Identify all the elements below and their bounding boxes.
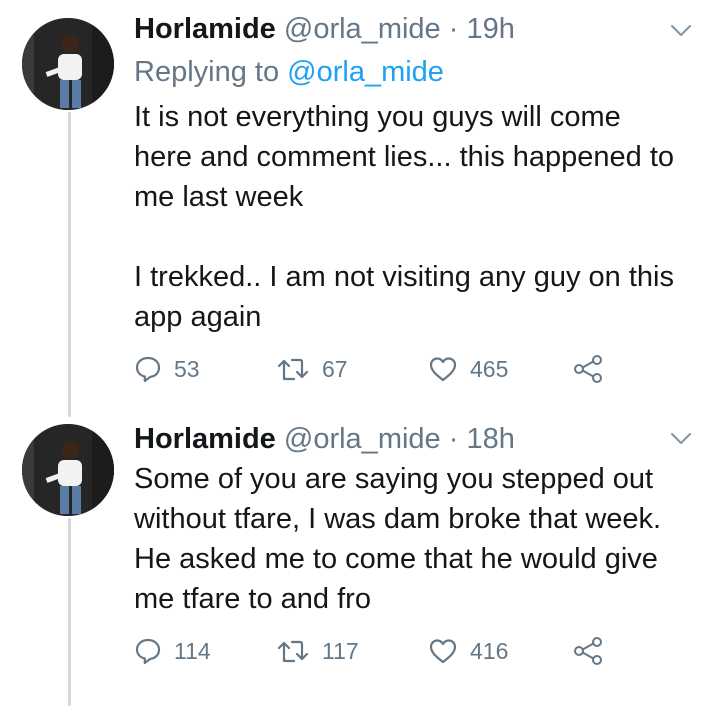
like-button[interactable]: 465 bbox=[428, 354, 508, 384]
reply-count: 114 bbox=[174, 637, 211, 664]
chevron-down-icon[interactable] bbox=[670, 24, 692, 38]
tweet-text-line: me tfare to and fro bbox=[134, 583, 371, 615]
reply-button[interactable]: 114 bbox=[134, 636, 211, 666]
tweet-text-line: It is not everything you guys will come bbox=[134, 101, 621, 133]
tweet: Horlamide @orla_mide · 19h Replying to @… bbox=[0, 0, 720, 410]
retweet-icon bbox=[277, 358, 309, 381]
like-count: 465 bbox=[470, 355, 509, 382]
tweet-header: Horlamide @orla_mide · 19h bbox=[134, 12, 515, 46]
tweet-text: It is not everything you guys will come … bbox=[134, 97, 706, 337]
reply-count: 53 bbox=[174, 355, 200, 382]
display-name[interactable]: Horlamide bbox=[134, 423, 276, 455]
tweet-time[interactable]: 18h bbox=[466, 423, 514, 455]
tweet-text-line: He asked me to come that he would give bbox=[134, 543, 658, 575]
tweet-header: Horlamide @orla_mide · 18h bbox=[134, 422, 515, 456]
tweet-text-line: app again bbox=[134, 301, 262, 333]
tweet-text-line: without tfare, I was dam broke that week… bbox=[134, 503, 662, 535]
tweet-time[interactable]: 19h bbox=[466, 13, 514, 45]
tweet-text-line: I trekked.. I am not visiting any guy on… bbox=[134, 261, 674, 293]
retweet-count: 117 bbox=[322, 637, 359, 664]
reply-icon bbox=[135, 638, 161, 665]
tweet-actions: 53 67 465 bbox=[134, 354, 614, 384]
reply-button[interactable]: 53 bbox=[134, 354, 200, 384]
heart-icon bbox=[429, 357, 457, 382]
retweet-count: 67 bbox=[322, 355, 348, 382]
like-button[interactable]: 416 bbox=[428, 636, 508, 666]
separator-dot: · bbox=[448, 423, 459, 455]
heart-icon bbox=[429, 639, 457, 664]
replying-to: Replying to @orla_mide bbox=[134, 55, 444, 89]
tweet-text-line: Some of you are saying you stepped out bbox=[134, 463, 654, 495]
tweet-actions: 114 117 416 bbox=[134, 636, 614, 666]
display-name[interactable]: Horlamide bbox=[134, 13, 276, 45]
chevron-down-icon[interactable] bbox=[670, 432, 692, 446]
separator-dot: · bbox=[448, 13, 459, 45]
replying-to-mention[interactable]: @orla_mide bbox=[287, 56, 444, 88]
retweet-icon bbox=[277, 640, 309, 663]
reply-icon bbox=[135, 356, 161, 383]
replying-to-label: Replying to bbox=[134, 56, 280, 88]
retweet-button[interactable]: 117 bbox=[276, 636, 359, 666]
share-icon bbox=[574, 355, 602, 383]
tweet-text-blank-line bbox=[134, 217, 706, 257]
share-icon bbox=[574, 637, 602, 665]
user-handle[interactable]: @orla_mide bbox=[284, 13, 441, 45]
retweet-button[interactable]: 67 bbox=[276, 354, 348, 384]
tweet: Horlamide @orla_mide · 18h Some of you a… bbox=[0, 410, 720, 706]
tweet-text-line: me last week bbox=[134, 181, 304, 213]
user-handle[interactable]: @orla_mide bbox=[284, 423, 441, 455]
share-button[interactable] bbox=[572, 636, 604, 666]
tweet-text-line: here and comment lies... this happened t… bbox=[134, 141, 675, 173]
tweet-text: Some of you are saying you stepped out w… bbox=[134, 459, 706, 619]
like-count: 416 bbox=[470, 637, 509, 664]
share-button[interactable] bbox=[572, 354, 604, 384]
